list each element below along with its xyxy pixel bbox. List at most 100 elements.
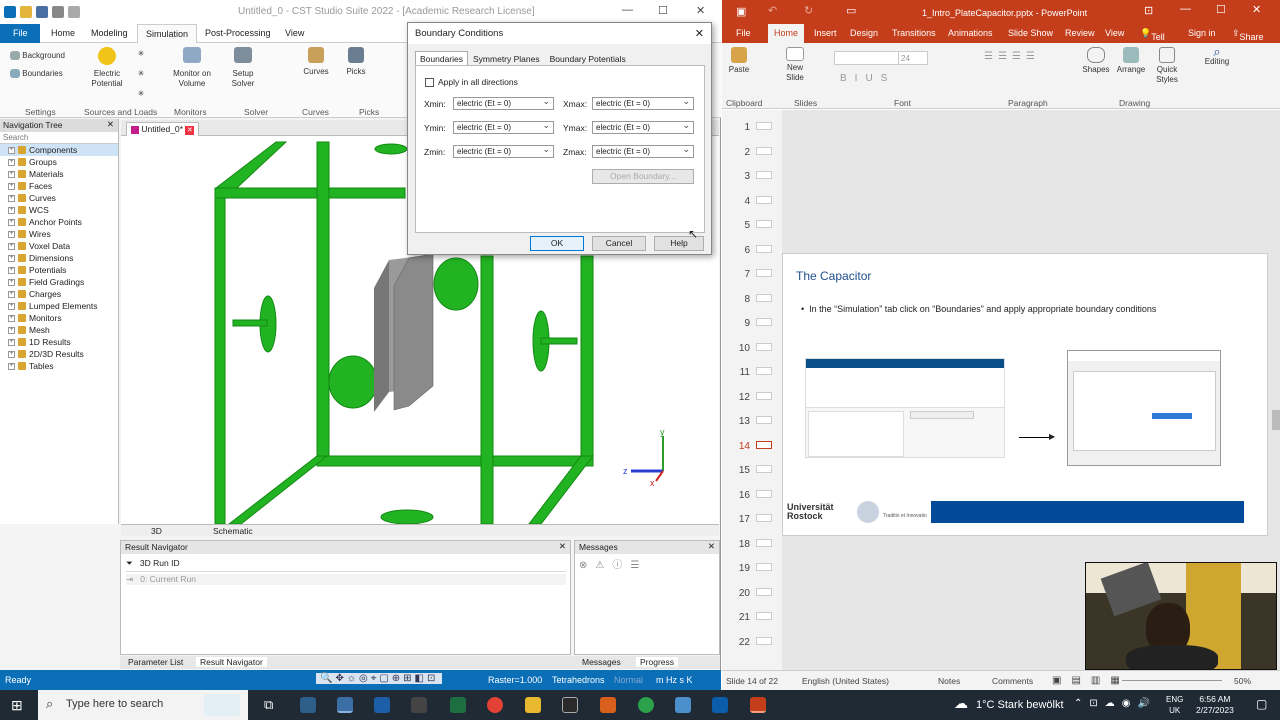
matlab-icon[interactable] — [600, 697, 616, 713]
panel-close-icon[interactable]: ✕ — [708, 541, 715, 552]
cst-app-icon[interactable] — [300, 697, 316, 713]
curves-button[interactable]: Curves — [297, 47, 335, 77]
tab-parameter-list[interactable]: Parameter List — [128, 657, 183, 667]
zoom-level[interactable]: 50% — [1234, 676, 1251, 686]
tab-home[interactable]: Home — [51, 28, 75, 38]
new-slide-button[interactable]: New Slide — [780, 47, 810, 83]
tell-me-search[interactable]: 💡 Tell me... — [1140, 28, 1171, 52]
ppt-save-icon[interactable]: ▣ — [736, 5, 746, 18]
close-icon[interactable]: ✕ — [696, 4, 705, 17]
tab-messages[interactable]: Messages — [582, 657, 621, 667]
expand-icon[interactable]: + — [8, 302, 15, 310]
zmax-select[interactable]: electric (Et = 0) — [592, 144, 694, 158]
slide-thumbnail[interactable]: 8 — [730, 293, 775, 305]
expand-icon[interactable]: + — [8, 158, 15, 166]
panel-close-icon[interactable]: ✕ — [107, 119, 114, 130]
tab-boundary-potentials[interactable]: Boundary Potentials — [545, 51, 631, 65]
app-icon[interactable] — [638, 697, 654, 713]
slide-thumbnail[interactable]: 7 — [730, 269, 775, 280]
ppt-start-icon[interactable]: ▭ — [846, 4, 856, 17]
ppt-tab-file[interactable]: File — [736, 28, 751, 38]
tree-item[interactable]: + Curves — [0, 192, 118, 204]
expand-icon[interactable]: + — [8, 314, 15, 322]
ymin-select[interactable]: electric (Et = 0) — [453, 120, 554, 134]
tab-close-icon[interactable]: ✕ — [185, 126, 195, 135]
chrome-icon[interactable] — [487, 697, 503, 713]
quick-styles-button[interactable]: Quick Styles — [1152, 47, 1182, 85]
maximize-icon[interactable]: ☐ — [658, 4, 668, 17]
tree-item[interactable]: +2D/3D Results — [0, 348, 118, 360]
app-icon[interactable] — [411, 697, 427, 713]
ppt-maximize-icon[interactable]: ☐ — [1216, 3, 1226, 16]
ppt-tab-home[interactable]: Home — [768, 24, 805, 43]
notes-button[interactable]: Notes — [938, 676, 960, 686]
slide-thumbnail[interactable]: 14 — [730, 440, 775, 452]
slide-thumbnail[interactable]: 1 — [730, 122, 775, 133]
picks-button[interactable]: Picks — [341, 47, 371, 77]
input-language[interactable]: ENG UK — [1166, 694, 1183, 716]
share-button[interactable]: ⇪ Share — [1232, 28, 1264, 42]
panel-close-icon[interactable]: ✕ — [559, 541, 566, 552]
tray-icons[interactable]: ⌃⊡☁◉🔊 — [1074, 698, 1157, 709]
ok-button[interactable]: OK — [530, 236, 584, 251]
slide-thumbnail[interactable]: 20 — [730, 587, 775, 599]
tab-progress[interactable]: Progress — [636, 657, 679, 667]
expand-icon[interactable]: + — [8, 362, 15, 370]
language-status[interactable]: English (United States) — [802, 676, 889, 686]
expand-icon[interactable]: + — [8, 254, 15, 262]
ppt-tab-review[interactable]: Review — [1065, 28, 1095, 38]
expand-icon[interactable]: + — [8, 326, 15, 334]
expand-icon[interactable]: + — [8, 242, 15, 250]
editing-button[interactable]: ⌕ Editing — [1198, 45, 1236, 67]
tab-boundaries[interactable]: Boundaries — [415, 51, 469, 65]
slide-thumbnail[interactable]: 6 — [730, 244, 775, 256]
boundaries-button[interactable]: Boundaries — [10, 69, 63, 79]
tree-item[interactable]: + Monitors — [0, 312, 118, 324]
clock[interactable]: 6:56 AM 2/27/2023 — [1196, 694, 1234, 716]
slide-thumbnail[interactable]: 18 — [730, 538, 775, 550]
xmin-select[interactable]: electric (Et = 0) — [453, 96, 554, 110]
expand-icon[interactable]: + — [8, 206, 15, 214]
paragraph-buttons[interactable]: ☰☰☰☰ — [984, 51, 1040, 62]
dialog-close-icon[interactable]: ✕ — [695, 27, 704, 40]
task-view-icon[interactable]: ⧉ — [264, 697, 273, 713]
tree-item[interactable]: + Components — [0, 144, 118, 156]
slide-thumbnail[interactable]: 21 — [730, 612, 775, 623]
tree-item[interactable]: + Groups — [0, 156, 118, 168]
comments-button[interactable]: Comments — [992, 676, 1033, 686]
filter-icon[interactable]: ⏷ — [126, 558, 133, 568]
tree-item[interactable]: + Faces — [0, 180, 118, 192]
tab-schematic[interactable]: Schematic — [213, 526, 253, 536]
tree-item[interactable]: + Tables — [0, 360, 118, 372]
open-boundary-button[interactable]: Open Boundary... — [592, 169, 694, 184]
windows-start-icon[interactable]: ⊞ — [11, 697, 23, 714]
tree-item[interactable]: + Potentials — [0, 264, 118, 276]
app-icon[interactable] — [675, 697, 691, 713]
slide-scrollbar-thumb[interactable] — [1272, 410, 1280, 430]
taskbar-search-box[interactable]: ⌕ Type here to search — [38, 690, 248, 720]
tree-item[interactable]: + WCS — [0, 204, 118, 216]
ribbon-display-icon[interactable]: ⊡ — [1144, 4, 1153, 17]
ppt-tab-slide-show[interactable]: Slide Show — [1008, 28, 1053, 38]
undo-icon[interactable] — [68, 6, 80, 18]
mail-app-icon[interactable] — [374, 697, 390, 713]
cst-active-app-icon[interactable] — [337, 697, 353, 713]
slide-thumbnail[interactable]: 11 — [730, 367, 775, 378]
setup-solver-button[interactable]: Setup Solver — [226, 47, 260, 89]
expand-icon[interactable]: + — [8, 182, 15, 190]
electric-potential-button[interactable]: Electric Potential — [86, 47, 128, 89]
zmin-select[interactable]: electric (Et = 0) — [453, 144, 554, 158]
notification-icon[interactable]: ▢ — [1256, 697, 1267, 711]
background-button[interactable]: Background — [10, 51, 65, 61]
expand-icon[interactable]: + — [8, 146, 15, 154]
tree-item[interactable]: + Wires — [0, 228, 118, 240]
source-small-icons[interactable]: ✳ ✳ ✳ — [136, 49, 146, 99]
expand-icon[interactable]: + — [8, 350, 15, 358]
tab-3d[interactable]: 3D — [151, 526, 162, 536]
expand-icon[interactable]: + — [8, 338, 15, 346]
tree-item[interactable]: + Mesh — [0, 324, 118, 336]
ppt-tab-transitions[interactable]: Transitions — [892, 28, 936, 38]
expand-icon[interactable]: + — [8, 290, 15, 298]
terminal-icon[interactable] — [562, 697, 578, 713]
message-filter-icons[interactable]: ⊗⚠ⓘ☰ — [579, 556, 647, 571]
